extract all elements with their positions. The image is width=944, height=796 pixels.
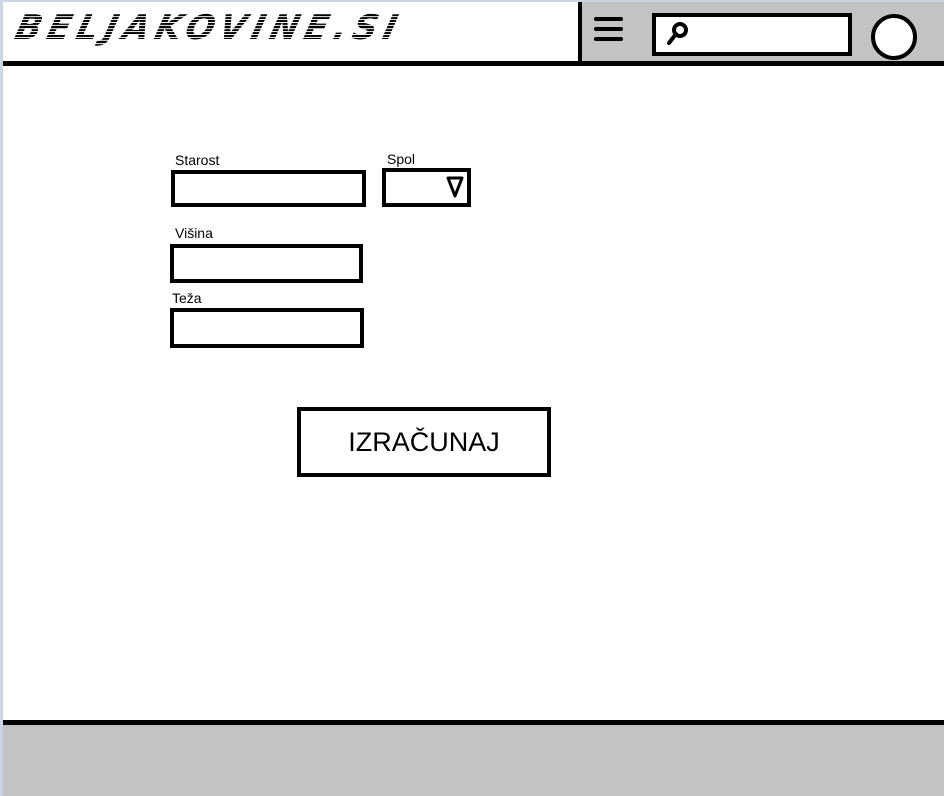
header-bottom-border (3, 61, 944, 66)
age-label: Starost (175, 152, 220, 168)
window-frame-left (0, 0, 3, 796)
header-divider (578, 2, 582, 64)
calculate-button[interactable]: IZRAČUNAJ (297, 407, 551, 477)
weight-label: Teža (172, 290, 202, 306)
site-logo[interactable]: BELJAKOVINE.SI (11, 8, 407, 48)
gender-select[interactable] (382, 168, 471, 207)
search-input[interactable] (652, 13, 852, 56)
weight-input[interactable] (170, 308, 364, 348)
site-footer (3, 725, 944, 796)
search-icon (667, 22, 688, 45)
user-avatar-icon[interactable] (871, 14, 917, 60)
dropdown-triangle-icon (446, 176, 464, 198)
hamburger-menu-icon[interactable] (594, 15, 624, 43)
gender-label: Spol (387, 151, 416, 167)
age-input[interactable] (171, 170, 366, 207)
height-label: Višina (175, 225, 213, 241)
height-input[interactable] (170, 244, 363, 283)
